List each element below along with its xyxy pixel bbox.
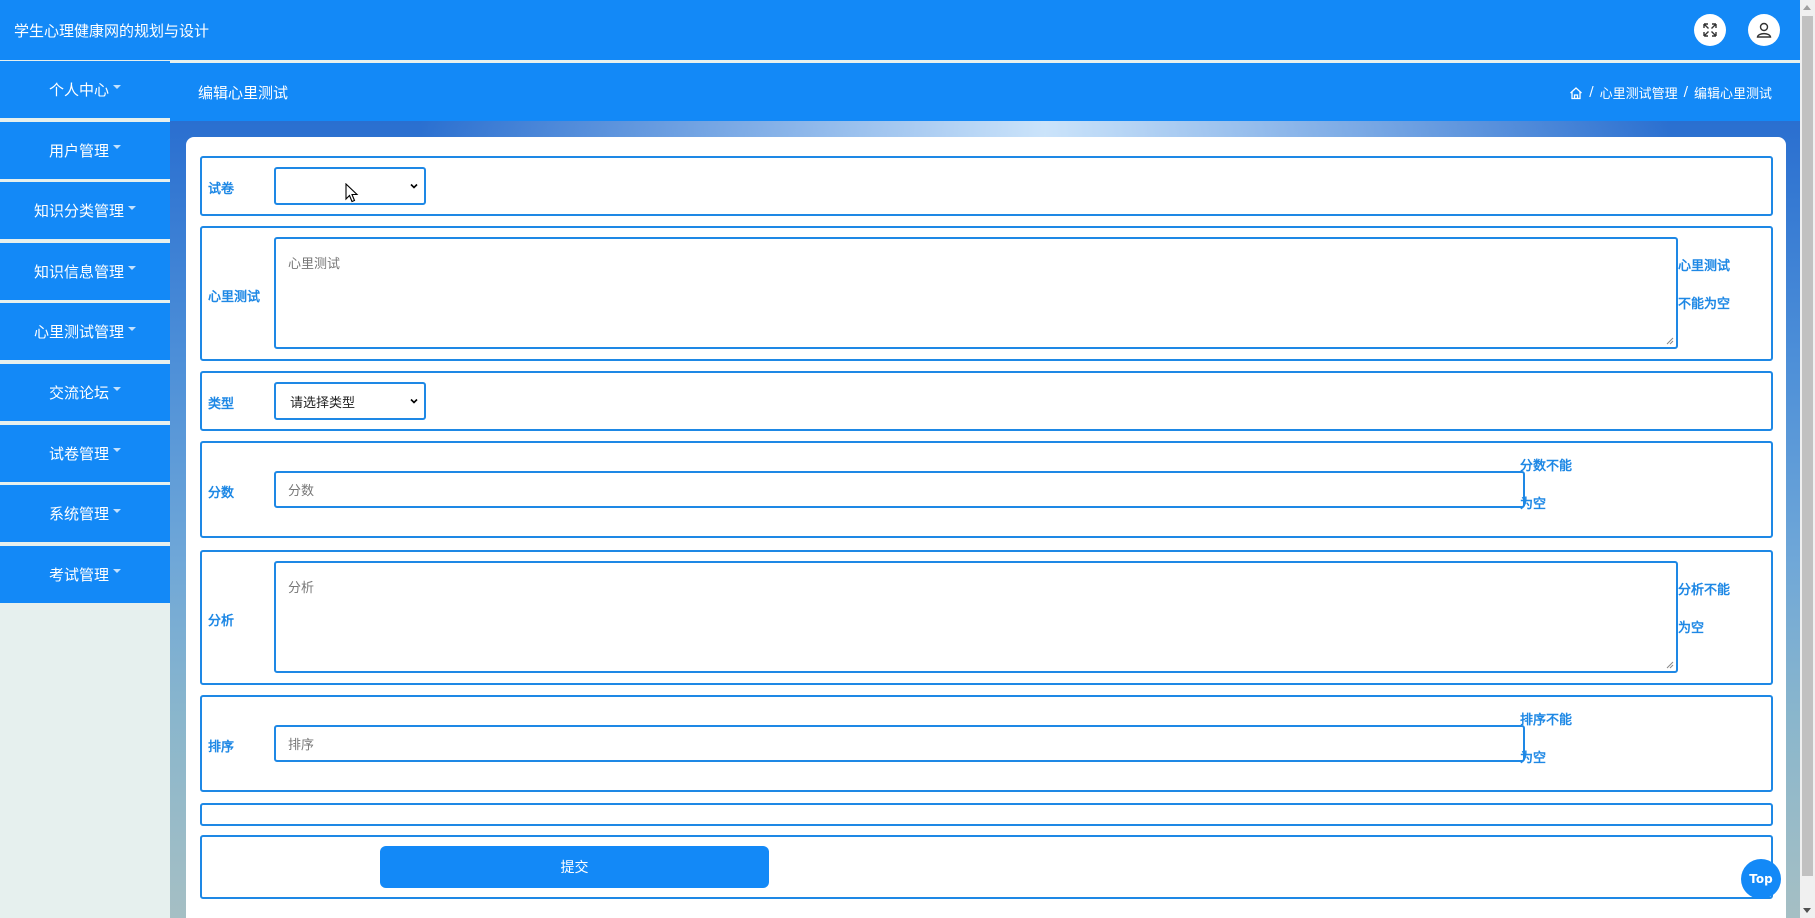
fullscreen-button[interactable] [1694,14,1726,46]
form-row-sort: 排序 排序 排序不能 为空 [200,695,1773,792]
sort-error-line2: 为空 [1520,751,1547,766]
resize-grip-icon[interactable] [1666,661,1674,669]
sidebar-item-label: 知识分类管理 [33,202,124,221]
sidebar-item-user-management[interactable]: 用户管理 [0,121,170,179]
sidebar-item-label: 交流论坛 [48,383,109,402]
type-label: 类型 [208,397,235,412]
scroll-down-arrow-icon[interactable] [1803,908,1811,913]
chevron-down-icon [410,398,418,404]
analysis-error-line2: 为空 [1678,621,1705,636]
scrollbar[interactable] [1800,0,1815,918]
sort-input[interactable]: 排序 [274,725,1525,762]
breadcrumb-separator: / [1589,85,1594,100]
sidebar-item-personal-center[interactable]: 个人中心 [0,61,170,118]
mouse-cursor-icon [345,183,359,203]
breadcrumb-parent[interactable]: 心里测试管理 [1600,83,1678,102]
paper-label: 试卷 [208,182,235,197]
type-select-value: 请选择类型 [290,395,356,411]
caret-down-icon [113,448,121,453]
caret-down-icon [128,326,136,331]
form-row-analysis: 分析 分析 分析不能 为空 [200,550,1773,685]
test-error-line1: 心里测试 [1678,259,1731,274]
page-header: 编辑心里测试 / 心里测试管理 / 编辑心里测试 [170,63,1800,121]
caret-down-icon [128,266,136,271]
sort-label: 排序 [208,740,235,755]
submit-button[interactable]: 提交 [380,846,769,888]
score-placeholder: 分数 [288,484,315,499]
analysis-error-line1: 分析不能 [1678,583,1731,598]
breadcrumb-separator: / [1683,85,1688,100]
sidebar-item-paper-management[interactable]: 试卷管理 [0,424,170,482]
caret-down-icon [113,84,121,89]
analysis-placeholder: 分析 [288,581,315,596]
home-icon[interactable] [1569,86,1583,100]
sidebar-item-knowledge-category[interactable]: 知识分类管理 [0,182,170,240]
form-row-score: 分数 分数 分数不能 为空 [200,441,1773,538]
back-to-top-button[interactable]: Top [1741,859,1781,899]
sidebar-item-label: 用户管理 [48,141,109,160]
scroll-up-arrow-icon[interactable] [1803,5,1811,10]
sort-error-line1: 排序不能 [1520,713,1573,728]
score-label: 分数 [208,486,235,501]
sidebar-item-exam-management[interactable]: 考试管理 [0,545,170,603]
resize-grip-icon[interactable] [1666,337,1674,345]
form-row-submit: 提交 [200,835,1773,899]
caret-down-icon [128,205,136,210]
sidebar-item-label: 知识信息管理 [33,262,124,281]
sidebar-item-system-management[interactable]: 系统管理 [0,485,170,543]
caret-down-icon [113,145,121,150]
breadcrumb: / 心里测试管理 / 编辑心里测试 [1569,83,1772,102]
type-select[interactable]: 请选择类型 [274,382,426,420]
expand-icon [1703,23,1717,37]
user-icon [1756,22,1772,38]
sidebar: 个人中心 用户管理 知识分类管理 知识信息管理 心里测试管理 交流论坛 试卷管理… [0,61,170,918]
sidebar-item-label: 考试管理 [48,565,109,584]
sidebar-item-knowledge-info[interactable]: 知识信息管理 [0,242,170,300]
caret-down-icon [113,387,121,392]
test-error-line2: 不能为空 [1678,297,1731,312]
score-error-line2: 为空 [1520,497,1547,512]
top-header: 学生心理健康网的规划与设计 [0,0,1800,60]
form-row-paper: 试卷 [200,156,1773,216]
analysis-label: 分析 [208,614,235,629]
test-textarea[interactable]: 心里测试 [274,237,1678,349]
test-label: 心里测试 [208,290,261,305]
breadcrumb-current: 编辑心里测试 [1693,87,1772,102]
caret-down-icon [113,508,121,513]
sidebar-item-label: 心里测试管理 [33,323,124,342]
caret-down-icon [113,569,121,574]
app-title: 学生心理健康网的规划与设计 [14,21,210,40]
form-row-test: 心里测试 心里测试 心里测试 不能为空 [200,226,1773,361]
sidebar-item-label: 系统管理 [48,505,109,524]
sidebar-item-forum[interactable]: 交流论坛 [0,363,170,421]
form-row-type: 类型 请选择类型 [200,371,1773,431]
sidebar-item-label: 试卷管理 [48,444,109,463]
scrollbar-thumb[interactable] [1802,16,1813,876]
test-placeholder: 心里测试 [288,257,341,272]
analysis-textarea[interactable]: 分析 [274,561,1678,673]
chevron-down-icon [410,183,418,189]
score-input[interactable]: 分数 [274,471,1525,508]
page-title: 编辑心里测试 [198,83,289,102]
edit-form: 试卷 心里测试 心里测试 心里测试 不能为空 类型 请选择类型 分数 分数 分数… [186,137,1786,918]
form-row-empty [200,803,1773,826]
user-menu-button[interactable] [1748,14,1780,46]
score-error-line1: 分数不能 [1520,459,1573,474]
sidebar-item-psych-test[interactable]: 心里测试管理 [0,303,170,361]
sort-placeholder: 排序 [288,738,315,753]
sidebar-item-label: 个人中心 [48,81,109,99]
